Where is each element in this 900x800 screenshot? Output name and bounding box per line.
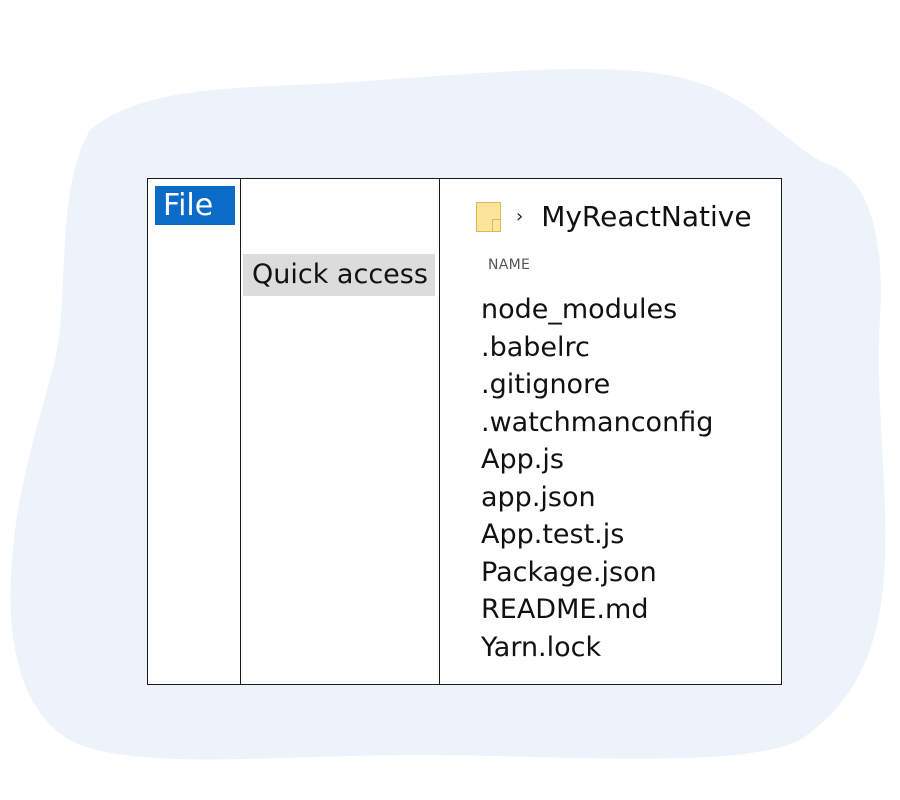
file-item-babelrc[interactable]: .babelrc <box>481 329 713 367</box>
file-item-gitignore[interactable]: .gitignore <box>481 366 713 404</box>
file-item-app-json[interactable]: app.json <box>481 479 713 517</box>
file-item-app-test-js[interactable]: App.test.js <box>481 516 713 554</box>
folder-icon <box>476 201 501 232</box>
menu-column: File <box>148 179 241 684</box>
breadcrumb: › MyReactNative <box>476 201 752 233</box>
navigation-pane: Quick access <box>241 179 440 684</box>
breadcrumb-folder-name[interactable]: MyReactNative <box>541 201 751 233</box>
file-item-node-modules[interactable]: node_modules <box>481 291 713 329</box>
name-column-header[interactable]: NAME <box>488 257 530 273</box>
content-pane: › MyReactNative NAME node_modules .babel… <box>440 179 781 684</box>
file-item-yarn-lock[interactable]: Yarn.lock <box>481 629 713 667</box>
file-menu-tab[interactable]: File <box>155 186 235 225</box>
file-list: node_modules .babelrc .gitignore .watchm… <box>481 291 713 666</box>
file-explorer-window: File Quick access › MyReactNative NAME n… <box>147 178 782 685</box>
breadcrumb-separator-icon: › <box>516 206 524 227</box>
quick-access-item[interactable]: Quick access <box>243 254 435 296</box>
file-item-package-json[interactable]: Package.json <box>481 554 713 592</box>
file-item-watchmanconfig[interactable]: .watchmanconfig <box>481 404 713 442</box>
diagram-canvas: File Quick access › MyReactNative NAME n… <box>0 0 900 800</box>
file-item-readme-md[interactable]: README.md <box>481 591 713 629</box>
file-item-app-js[interactable]: App.js <box>481 441 713 479</box>
